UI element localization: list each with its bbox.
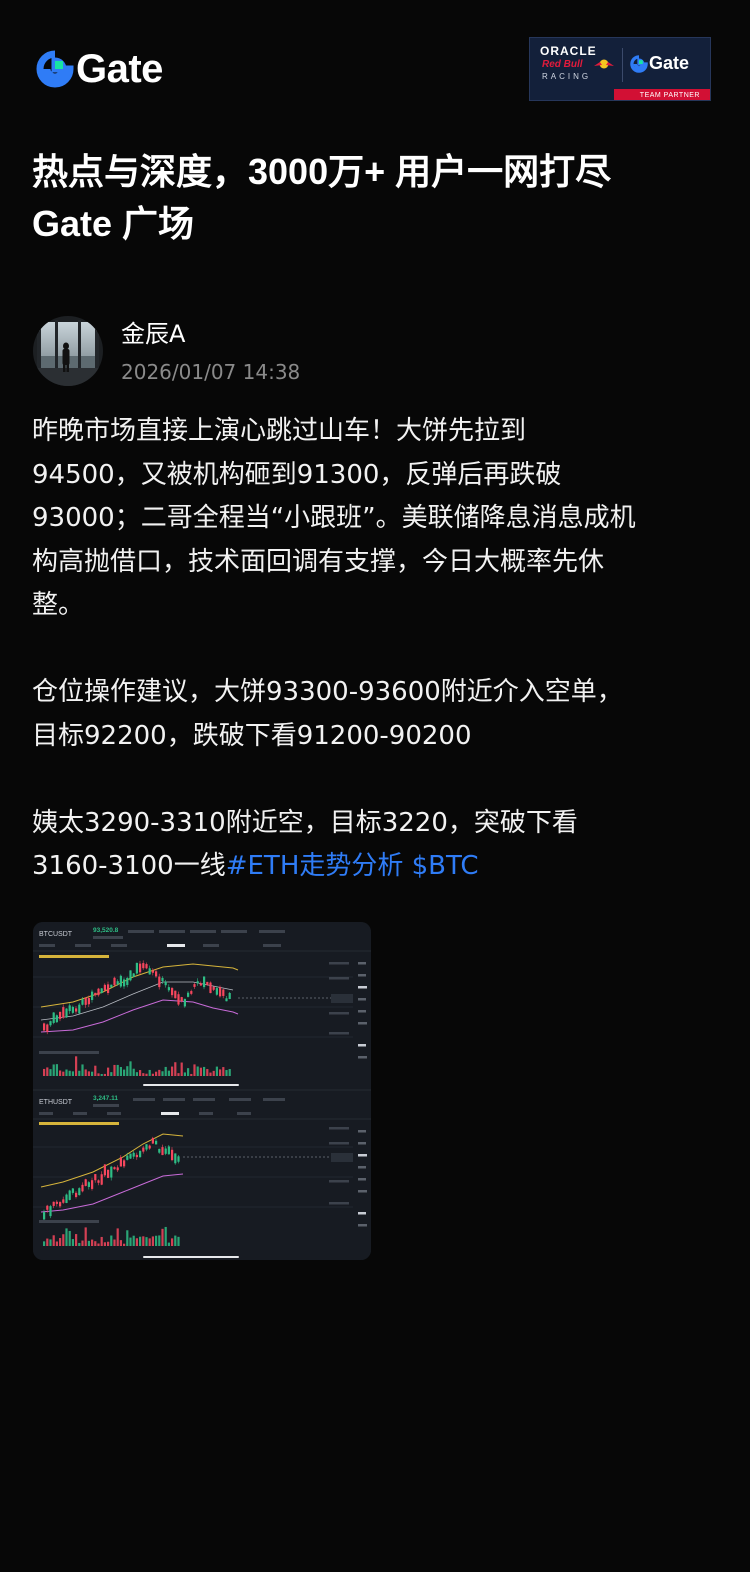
gate-logo-icon (36, 50, 74, 88)
page-headline: 热点与深度，3000万+ 用户一网打尽 Gate 广场 (32, 146, 722, 250)
red-bull-wordmark: Red Bull (542, 59, 583, 70)
post-body: 昨晚市场直接上演心跳过山车！大饼先拉到 94500，又被机构砸到91300，反弹… (32, 410, 722, 889)
eth-symbol: ETHUSDT (39, 1099, 73, 1106)
kline-screenshot: BTCUSDT 93,520.8 ETHUSDT 3,247.11 (33, 922, 371, 1260)
oracle-wordmark: ORACLE (540, 44, 597, 58)
header: Gate ORACLE Red Bull RACING Gate TEAM PA… (0, 0, 750, 120)
post-paragraph: 姨太3290-3310附近空，目标3220，突破下看 3160-3100一线#E… (32, 802, 722, 889)
cashtag-btc[interactable]: $BTC (412, 851, 479, 881)
team-partner-badge: ORACLE Red Bull RACING Gate TEAM PARTNER (529, 37, 711, 101)
author-name[interactable]: 金辰A (121, 318, 185, 350)
btc-symbol: BTCUSDT (39, 931, 73, 938)
post-author: 金辰A 2026/01/07 14:38 (33, 316, 713, 388)
gate-logo-text: Gate (76, 47, 163, 91)
racing-wordmark: RACING (542, 72, 592, 81)
red-bull-icon (594, 59, 614, 69)
badge-gate-text: Gate (649, 53, 690, 73)
gate-logo[interactable]: Gate (36, 47, 163, 91)
hashtag-eth[interactable]: #ETH走势分析 (226, 851, 404, 881)
post-paragraph: 仓位操作建议，大饼93300-93600附近介入空单， 目标92200，跌破下看… (32, 677, 623, 751)
team-partner-text: TEAM PARTNER (639, 92, 700, 99)
post-paragraph: 昨晚市场直接上演心跳过山车！大饼先拉到 94500，又被机构砸到91300，反弹… (32, 416, 636, 620)
headline-line-1: 热点与深度，3000万+ 用户一网打尽 (32, 151, 612, 192)
post-timestamp: 2026/01/07 14:38 (121, 360, 301, 384)
badge-divider (622, 48, 623, 82)
btc-price: 93,520.8 (93, 927, 119, 934)
post-image-chart-screenshot[interactable]: BTCUSDT 93,520.8 ETHUSDT 3,247.11 (33, 922, 371, 1260)
badge-gate-logo: Gate (630, 53, 689, 74)
headline-line-2: Gate 广场 (32, 203, 195, 244)
avatar-image (33, 316, 103, 386)
gate-logo-icon (630, 54, 648, 73)
avatar[interactable] (33, 316, 103, 386)
eth-price: 3,247.11 (93, 1095, 118, 1102)
